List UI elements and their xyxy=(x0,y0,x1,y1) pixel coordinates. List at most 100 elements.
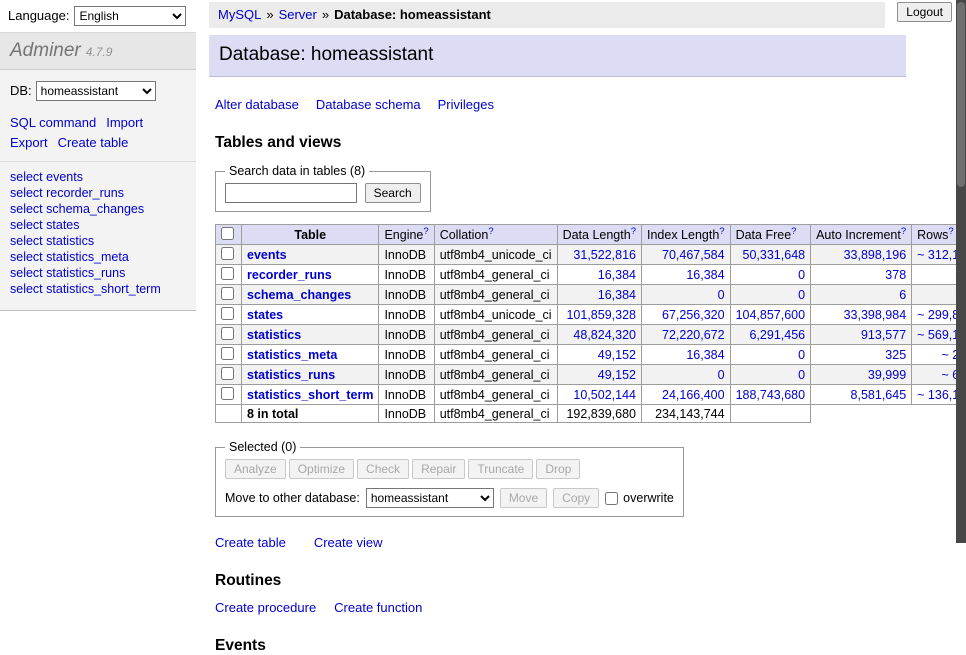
table-link[interactable]: statistics_short_term xyxy=(46,282,161,296)
data-free-link[interactable]: 0 xyxy=(798,268,805,282)
column-help-link[interactable]: ? xyxy=(901,225,906,236)
index-length-link[interactable]: 72,220,672 xyxy=(662,328,725,342)
db-select[interactable]: homeassistant xyxy=(36,81,156,101)
auto-increment-link[interactable]: 325 xyxy=(885,348,906,362)
index-length-link[interactable]: 24,166,400 xyxy=(662,388,725,402)
table-name-link[interactable]: statistics_short_term xyxy=(247,388,373,402)
table-link[interactable]: events xyxy=(46,170,83,184)
table-name-link[interactable]: statistics_runs xyxy=(247,368,335,382)
data-length-link[interactable]: 16,384 xyxy=(598,268,636,282)
data-free-link[interactable]: 188,743,680 xyxy=(736,388,806,402)
row-checkbox[interactable] xyxy=(221,367,234,380)
table-operation-button[interactable]: Truncate xyxy=(468,459,533,479)
routine-link[interactable]: Create procedure xyxy=(215,600,316,615)
data-free-link[interactable]: 0 xyxy=(798,288,805,302)
select-link[interactable]: select xyxy=(10,250,43,264)
table-name-link[interactable]: states xyxy=(247,308,283,322)
data-length-link[interactable]: 31,522,816 xyxy=(573,248,636,262)
sidebar-menu-link[interactable]: SQL command xyxy=(10,113,96,133)
row-checkbox[interactable] xyxy=(221,287,234,300)
data-free-link[interactable]: 0 xyxy=(798,348,805,362)
data-free-link[interactable]: 0 xyxy=(798,368,805,382)
table-operation-button[interactable]: Check xyxy=(357,459,409,479)
data-length-link[interactable]: 10,502,144 xyxy=(573,388,636,402)
language-select[interactable]: English xyxy=(74,6,186,26)
column-help-link[interactable]: ? xyxy=(423,225,428,236)
move-button[interactable]: Move xyxy=(500,488,547,508)
logout-button[interactable]: Logout xyxy=(897,2,952,22)
copy-button[interactable]: Copy xyxy=(553,488,599,508)
table-link[interactable]: statistics xyxy=(46,234,94,248)
auto-increment-link[interactable]: 33,398,984 xyxy=(844,308,907,322)
database-action-link[interactable]: Database schema xyxy=(316,97,421,112)
data-length-link[interactable]: 49,152 xyxy=(598,368,636,382)
index-length-link[interactable]: 67,256,320 xyxy=(662,308,725,322)
column-help-link[interactable]: ? xyxy=(719,225,724,236)
sidebar-menu-link[interactable]: Create table xyxy=(58,133,129,153)
data-length-link[interactable]: 48,824,320 xyxy=(573,328,636,342)
row-checkbox[interactable] xyxy=(221,307,234,320)
breadcrumb-link[interactable]: MySQL xyxy=(218,7,261,22)
table-name-link[interactable]: statistics_meta xyxy=(247,348,337,362)
table-name-link[interactable]: recorder_runs xyxy=(247,268,332,282)
data-free-link[interactable]: 6,291,456 xyxy=(749,328,805,342)
table-operation-button[interactable]: Optimize xyxy=(289,459,354,479)
index-length-link[interactable]: 16,384 xyxy=(686,348,724,362)
table-link[interactable]: schema_changes xyxy=(46,202,144,216)
select-link[interactable]: select xyxy=(10,234,43,248)
routine-link[interactable]: Create function xyxy=(334,600,422,615)
select-link[interactable]: select xyxy=(10,218,43,232)
scrollbar-thumb[interactable] xyxy=(957,2,965,187)
table-link[interactable]: states xyxy=(46,218,79,232)
data-length-link[interactable]: 16,384 xyxy=(598,288,636,302)
select-link[interactable]: select xyxy=(10,170,43,184)
select-link[interactable]: select xyxy=(10,186,43,200)
sidebar-menu-link[interactable]: Import xyxy=(106,113,143,133)
sidebar-menu-link[interactable]: Export xyxy=(10,133,48,153)
column-help-link[interactable]: ? xyxy=(631,225,636,236)
row-checkbox[interactable] xyxy=(221,327,234,340)
search-input[interactable] xyxy=(225,183,357,203)
column-help-link[interactable]: ? xyxy=(948,225,953,236)
data-length-link[interactable]: 49,152 xyxy=(598,348,636,362)
auto-increment-link[interactable]: 6 xyxy=(899,288,906,302)
auto-increment-link[interactable]: 33,898,196 xyxy=(844,248,907,262)
database-action-link[interactable]: Alter database xyxy=(215,97,299,112)
overwrite-checkbox[interactable] xyxy=(605,492,618,505)
index-length-link[interactable]: 0 xyxy=(718,368,725,382)
select-link[interactable]: select xyxy=(10,202,43,216)
move-database-select[interactable]: homeassistant xyxy=(366,488,494,508)
data-length-link[interactable]: 101,859,328 xyxy=(566,308,636,322)
database-action-link[interactable]: Privileges xyxy=(438,97,494,112)
select-link[interactable]: select xyxy=(10,266,43,280)
table-name-link[interactable]: statistics xyxy=(247,328,301,342)
table-operation-button[interactable]: Analyze xyxy=(225,459,286,479)
table-operation-button[interactable]: Repair xyxy=(412,459,465,479)
select-link[interactable]: select xyxy=(10,282,43,296)
table-link[interactable]: recorder_runs xyxy=(46,186,124,200)
data-free-link[interactable]: 104,857,600 xyxy=(736,308,806,322)
table-name-link[interactable]: events xyxy=(247,248,287,262)
row-checkbox[interactable] xyxy=(221,247,234,260)
index-length-link[interactable]: 0 xyxy=(718,288,725,302)
column-help-link[interactable]: ? xyxy=(488,225,493,236)
breadcrumb-link[interactable]: Server xyxy=(279,7,317,22)
column-help-link[interactable]: ? xyxy=(791,225,796,236)
data-free-link[interactable]: 50,331,648 xyxy=(743,248,806,262)
search-button[interactable]: Search xyxy=(365,183,421,203)
table-operation-button[interactable]: Drop xyxy=(536,459,580,479)
index-length-link[interactable]: 16,384 xyxy=(686,268,724,282)
auto-increment-link[interactable]: 39,999 xyxy=(868,368,906,382)
table-link[interactable]: statistics_meta xyxy=(46,250,129,264)
table-link[interactable]: statistics_runs xyxy=(46,266,125,280)
auto-increment-link[interactable]: 378 xyxy=(885,268,906,282)
auto-increment-link[interactable]: 913,577 xyxy=(861,328,906,342)
row-checkbox[interactable] xyxy=(221,347,234,360)
index-length-link[interactable]: 70,467,584 xyxy=(662,248,725,262)
scrollbar[interactable] xyxy=(956,0,966,543)
select-all-checkbox[interactable] xyxy=(221,227,234,240)
row-checkbox[interactable] xyxy=(221,387,234,400)
table-name-link[interactable]: schema_changes xyxy=(247,288,351,302)
row-checkbox[interactable] xyxy=(221,267,234,280)
auto-increment-link[interactable]: 8,581,645 xyxy=(851,388,907,402)
